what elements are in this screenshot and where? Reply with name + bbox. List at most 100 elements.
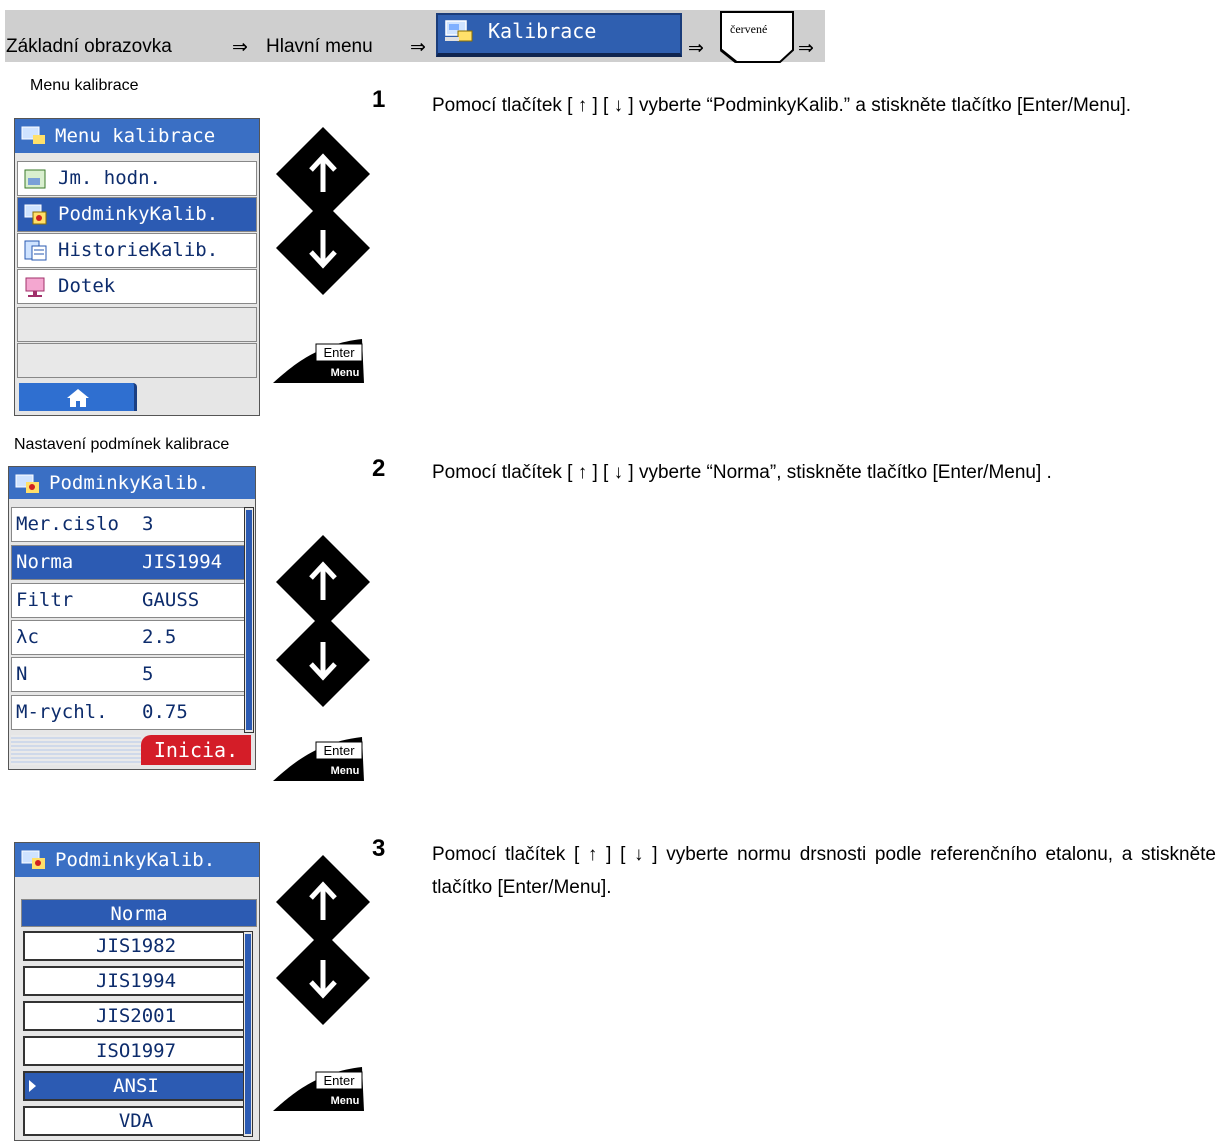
norm-option-label: JIS2001 (95, 1005, 177, 1027)
menu-item-label: HistorieKalib. (58, 239, 219, 261)
condition-key: Norma (16, 551, 74, 573)
condition-value: GAUSS (142, 589, 200, 611)
enter-menu-key[interactable]: Enter Menu (272, 1064, 366, 1112)
condition-row-n[interactable]: N 5 (11, 657, 251, 692)
enter-key-top: Enter (323, 1073, 355, 1088)
norm-list-header: Norma (21, 899, 257, 927)
step-number: 2 (372, 455, 386, 482)
calibration-icon (445, 20, 473, 42)
menu-item-historie-kalib[interactable]: HistorieKalib. (17, 233, 257, 268)
scrollbar[interactable] (244, 507, 254, 733)
section1-caption: Menu kalibrace (30, 77, 139, 94)
calibration-conditions-screen: PodminkyKalib. Mer.cislo 3 Norma JIS1994… (8, 466, 256, 770)
calibration-icon (21, 126, 45, 144)
condition-value: 5 (142, 663, 154, 685)
enter-key-icon: Enter Menu (273, 1067, 364, 1111)
stylus-icon (25, 277, 45, 297)
enter-menu-key[interactable]: Enter Menu (272, 734, 366, 782)
breadcrumb-main-menu: Hlavní menu (266, 36, 373, 57)
kalibrace-button[interactable]: Kalibrace (436, 13, 682, 57)
step-3-text: Pomocí tlačítek [ ↑ ] [ ↓ ] vyberte norm… (432, 844, 1216, 898)
menu-item-label: Jm. hodn. (58, 167, 161, 189)
condition-key: Mer.cislo (16, 513, 119, 535)
red-key[interactable]: červené (718, 10, 796, 64)
norm-option-jis1994[interactable]: JIS1994 (23, 966, 249, 996)
scrollbar-thumb[interactable] (245, 934, 251, 1134)
condition-row-mer-cislo[interactable]: Mer.cislo 3 (11, 507, 251, 542)
menu-item-empty (17, 307, 257, 342)
red-key-label: červené (730, 22, 768, 36)
norm-option-label: JIS1982 (95, 935, 177, 957)
breadcrumb-arrow: ⇒ (232, 36, 248, 58)
enter-key-bottom: Menu (331, 765, 360, 777)
breadcrumb-arrow: ⇒ (798, 37, 814, 59)
enter-key-icon: Enter Menu (273, 737, 364, 781)
condition-value: 0.75 (142, 701, 188, 723)
norm-option-label: ANSI (113, 1075, 159, 1097)
step-2-text: Pomocí tlačítek [ ↑ ] [ ↓ ] vyberte “Nor… (432, 462, 1052, 483)
screen-title: PodminkyKalib. (9, 467, 255, 499)
condition-key: N (16, 663, 28, 685)
menu-item-empty (17, 343, 257, 378)
down-arrow-key[interactable] (273, 610, 373, 710)
enter-key-icon: Enter Menu (273, 339, 364, 383)
step-number: 1 (372, 86, 386, 113)
enter-key-top: Enter (323, 743, 355, 758)
menu-item-jm-hodn[interactable]: Jm. hodn. (17, 161, 257, 196)
menu-item-label: PodminkyKalib. (58, 203, 219, 225)
norm-option-label: VDA (118, 1110, 154, 1132)
condition-key: λc (16, 626, 39, 648)
breadcrumb-arrow: ⇒ (410, 36, 426, 58)
breadcrumb-home: Základní obrazovka (6, 36, 172, 57)
down-arrow-key[interactable] (273, 198, 373, 298)
down-arrow-key[interactable] (273, 928, 373, 1028)
norm-option-jis2001[interactable]: JIS2001 (23, 1001, 249, 1031)
condition-value: JIS1994 (142, 551, 223, 573)
calibration-history-icon (24, 240, 47, 261)
breadcrumb-arrow: ⇒ (688, 37, 704, 59)
condition-row-m-rychl[interactable]: M-rychl. 0.75 (11, 695, 251, 730)
condition-row-lambda-c[interactable]: λc 2.5 (11, 620, 251, 655)
norm-option-jis1982[interactable]: JIS1982 (23, 931, 249, 961)
section2-caption: Nastavení podmínek kalibrace (14, 436, 230, 453)
norm-selection-screen: PodminkyKalib. Norma JIS1982 JIS1994 JIS… (14, 842, 260, 1141)
condition-value: 2.5 (142, 626, 177, 648)
nominal-value-icon (24, 169, 46, 189)
screen-title-text: PodminkyKalib. (49, 472, 210, 494)
condition-value: 3 (142, 513, 154, 535)
menu-item-podminky-kalib[interactable]: PodminkyKalib. (17, 197, 257, 232)
menu-item-label: Dotek (58, 275, 116, 297)
selection-pointer-icon (29, 1080, 36, 1092)
step-number: 3 (372, 835, 386, 862)
enter-menu-key[interactable]: Enter Menu (272, 336, 366, 384)
norm-option-iso1997[interactable]: ISO1997 (23, 1036, 249, 1066)
condition-row-filtr[interactable]: Filtr GAUSS (11, 583, 251, 618)
condition-key: Filtr (16, 589, 74, 611)
status-bar (11, 735, 141, 765)
scrollbar[interactable] (243, 931, 253, 1137)
scrollbar-thumb[interactable] (246, 510, 252, 730)
home-button[interactable] (19, 383, 137, 411)
enter-key-top: Enter (323, 345, 355, 360)
kalibrace-label: Kalibrace (488, 19, 597, 43)
screen-title: Menu kalibrace (15, 119, 259, 153)
calibration-conditions-icon (21, 850, 45, 869)
calibration-menu-screen: Menu kalibrace Jm. hodn. PodminkyKalib. … (14, 118, 260, 416)
home-icon (67, 389, 89, 407)
calibration-conditions-icon (15, 474, 39, 493)
norm-option-label: JIS1994 (95, 970, 177, 992)
condition-row-norma[interactable]: Norma JIS1994 (11, 545, 251, 580)
condition-key: M-rychl. (16, 701, 108, 723)
enter-key-bottom: Menu (331, 367, 360, 379)
inicia-button[interactable]: Inicia. (141, 735, 251, 765)
red-key-shape-icon (720, 11, 794, 64)
enter-key-bottom: Menu (331, 1095, 360, 1107)
calibration-conditions-icon (24, 204, 47, 225)
menu-item-dotek[interactable]: Dotek (17, 269, 257, 304)
step-1-text: Pomocí tlačítek [ ↑ ] [ ↓ ] vyberte “Pod… (432, 95, 1132, 116)
norm-option-vda[interactable]: VDA (23, 1106, 249, 1136)
norm-option-label: ISO1997 (95, 1040, 177, 1062)
norm-option-ansi[interactable]: ANSI (23, 1071, 249, 1101)
screen-title-text: PodminkyKalib. (55, 849, 216, 871)
screen-title: PodminkyKalib. (15, 843, 259, 877)
